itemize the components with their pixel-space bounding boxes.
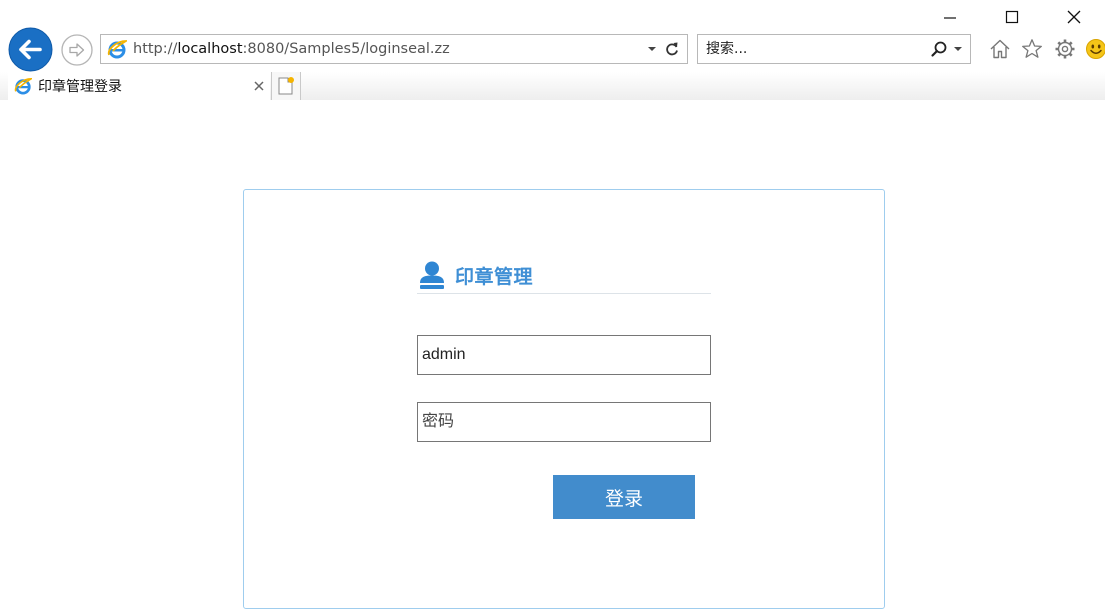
tab-strip: 印章管理登录	[0, 72, 1105, 100]
url-text[interactable]: http://localhost:8080/Samples5/loginseal…	[133, 41, 643, 57]
address-dropdown-button[interactable]	[643, 39, 661, 59]
minimize-button[interactable]	[919, 4, 981, 30]
url-scheme: http://	[133, 41, 177, 57]
home-icon	[989, 38, 1011, 60]
close-tab-icon	[254, 81, 264, 91]
favorites-star-icon	[1021, 38, 1043, 60]
settings-gear-icon	[1054, 38, 1076, 60]
user-icon	[418, 260, 446, 290]
new-tab-button[interactable]	[271, 72, 301, 100]
close-window-button[interactable]	[1043, 4, 1105, 30]
forward-icon	[61, 34, 93, 66]
login-button[interactable]: 登录	[553, 475, 695, 519]
home-button[interactable]	[988, 37, 1012, 61]
ie-logo-icon	[14, 77, 32, 95]
dropdown-icon	[953, 46, 963, 52]
ie-logo-icon	[107, 39, 127, 59]
minimize-icon	[943, 10, 957, 24]
feedback-button[interactable]	[1084, 37, 1105, 61]
favorites-button[interactable]	[1020, 37, 1044, 61]
dropdown-icon	[647, 46, 657, 52]
search-input[interactable]	[706, 37, 928, 61]
password-field[interactable]	[417, 402, 711, 442]
login-header: 印章管理	[417, 257, 711, 294]
login-title: 印章管理	[455, 262, 533, 289]
back-icon	[8, 27, 53, 72]
refresh-icon	[664, 41, 680, 57]
settings-button[interactable]	[1053, 37, 1077, 61]
forward-button[interactable]	[61, 34, 93, 66]
refresh-button[interactable]	[661, 38, 683, 60]
search-bar[interactable]	[697, 34, 971, 64]
tab-title: 印章管理登录	[38, 76, 250, 96]
maximize-icon	[1005, 10, 1019, 24]
username-field[interactable]	[417, 335, 711, 375]
close-tab-button[interactable]	[250, 77, 268, 95]
smiley-feedback-icon	[1085, 38, 1105, 60]
login-card	[243, 189, 885, 609]
new-tab-icon	[277, 76, 295, 96]
url-path: :8080/Samples5/loginseal.zz	[243, 41, 450, 57]
back-button[interactable]	[8, 27, 53, 72]
tab-active[interactable]: 印章管理登录	[8, 72, 270, 100]
search-button[interactable]	[928, 38, 950, 60]
maximize-button[interactable]	[981, 4, 1043, 30]
address-bar[interactable]: http://localhost:8080/Samples5/loginseal…	[100, 34, 688, 64]
search-icon	[930, 40, 948, 58]
window-controls	[919, 4, 1105, 30]
close-window-icon	[1067, 10, 1081, 24]
search-dropdown-button[interactable]	[950, 39, 966, 59]
url-host: localhost	[177, 41, 242, 57]
